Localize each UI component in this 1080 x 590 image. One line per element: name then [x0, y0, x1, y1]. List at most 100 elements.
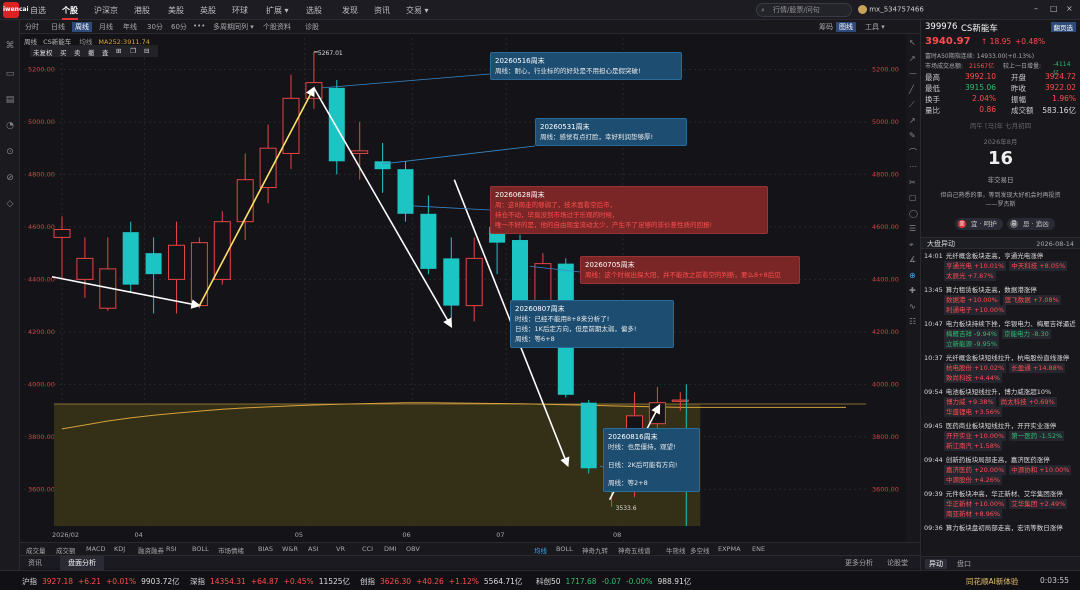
overlay-indicator-3[interactable]: 神奇五线谱: [618, 545, 651, 555]
page-select-button[interactable]: 翻页选: [1050, 22, 1076, 32]
period-tab-5[interactable]: 30分: [144, 22, 166, 32]
period-tab-4[interactable]: 年线: [120, 22, 140, 32]
user-account[interactable]: mx_534757466: [858, 5, 924, 14]
stock-chip[interactable]: 华盛锂电 +3.56%: [944, 407, 1003, 417]
stock-chip[interactable]: 嘉济医药 +20.00%: [944, 465, 1007, 475]
bottom-right-tab-1[interactable]: 论股堂: [884, 556, 911, 570]
alert-item[interactable]: 09:54 电池板块短线拉升，博力威涨超10% 博力威 +9.38% 尚太科技 +0.69…: [924, 387, 1077, 417]
draw-tool-icon-8[interactable]: ⋯: [909, 162, 917, 171]
overlay-indicator-7[interactable]: ENE: [752, 545, 765, 553]
annotation-note-n4[interactable]: 20260705周末 周线：这个时候出探大阳，并不能改之前看空的判断，要么8+8后…: [580, 256, 800, 284]
stock-chip[interactable]: 尚太科技 +0.69%: [998, 397, 1057, 407]
nav-item-1[interactable]: 个股: [62, 5, 78, 20]
trade-tool-3[interactable]: 撤: [88, 47, 95, 57]
annotation-note-n3[interactable]: 20260628周末 周：这8周走的够弱了，技术面看空后市， 持仓不动，毕竟没到市场…: [490, 186, 768, 234]
trade-tool-6[interactable]: ❐: [130, 47, 136, 55]
tab-orderbook[interactable]: 盘口: [957, 559, 971, 569]
draw-tool-icon-2[interactable]: —: [909, 69, 917, 78]
gamepad-icon[interactable]: ⌘: [4, 40, 16, 52]
alert-item[interactable]: 13:45 算力租赁板块走高，数据港涨停 数据港 +10.00% 莲飞数据 +7.08% 利…: [924, 285, 1077, 315]
compass-icon[interactable]: ⊘: [4, 172, 16, 184]
tab-alerts[interactable]: 异动: [925, 559, 947, 569]
draw-tool-icon-11[interactable]: ◯: [909, 209, 918, 218]
overlay-indicator-6[interactable]: EXPMA: [718, 545, 741, 553]
indicator-1[interactable]: 成交额: [56, 545, 76, 555]
draw-tool-icon-13[interactable]: ⌖: [909, 240, 914, 250]
stock-chip[interactable]: 华正新材 +10.00%: [944, 499, 1007, 509]
alert-item[interactable]: 09:36 算力板块盘初局部走高，宏讯等数日涨停: [924, 523, 1077, 533]
gauge-icon[interactable]: ◔: [4, 120, 16, 132]
draw-tool-icon-4[interactable]: ⟋: [909, 100, 915, 110]
stock-chip[interactable]: 杭电股份 +10.02%: [944, 363, 1007, 373]
stock-chip[interactable]: 新江南汽 +1.58%: [944, 441, 1003, 451]
nav-item-10[interactable]: 资讯: [374, 5, 390, 16]
draw-tool-icon-3[interactable]: ╱: [909, 85, 914, 94]
trade-tool-5[interactable]: ⊞: [116, 47, 121, 55]
stock-chip[interactable]: 太辰光 +7.87%: [944, 271, 996, 281]
draw-tool-icon-7[interactable]: ⌒: [909, 147, 917, 158]
stock-chip[interactable]: 中源协和 +10.00%: [1009, 465, 1072, 475]
period-tab-3[interactable]: 月线: [96, 22, 116, 32]
annotation-note-n1[interactable]: 20260516周末 周线：耐心，行业标的的好处是不用担心是假突破!: [490, 52, 682, 80]
period-tab-10[interactable]: 诊股: [302, 22, 322, 32]
alert-item[interactable]: 09:39 元件板块冲高，华正新材、艾华集团涨停 华正新材 +10.00% 艾华集团 +2…: [924, 489, 1077, 519]
indicator-2[interactable]: MACD: [86, 545, 105, 553]
alert-item[interactable]: 10:47 电力板块持续下挫，华银电力、梅雁吉祥逼近 梅雁吉祥 -9.94% 京能电力 -…: [924, 319, 1077, 349]
document-icon[interactable]: ▤: [4, 94, 16, 106]
stock-chip[interactable]: 致尚科技 +4.44%: [944, 373, 1003, 383]
minimize-icon[interactable]: –: [1034, 4, 1038, 13]
alert-item[interactable]: 14:01 光纤概念板块走高，亨通光电涨停 亨通光电 +10.01% 中天科技 +8.05…: [924, 251, 1077, 281]
stock-chip[interactable]: 立新能源 -9.95%: [944, 339, 999, 349]
stock-chip[interactable]: 中天科技 +8.05%: [1009, 261, 1068, 271]
chart-tool-tab-2[interactable]: 工具 ▾: [862, 22, 888, 32]
bottom-tab-1[interactable]: 盘面分析: [60, 556, 104, 570]
period-tab-2[interactable]: 周线: [72, 22, 92, 32]
chart-tool-tab-1[interactable]: 图线: [836, 22, 856, 32]
indicator-3[interactable]: KDJ: [114, 545, 125, 553]
bottom-right-tab-0[interactable]: 更多分析: [842, 556, 876, 570]
annotation-note-n5[interactable]: 20260807周末 时线：已经不能用8+8来分析了! 日线：1K后定方向，但是前期…: [510, 300, 674, 348]
search-input[interactable]: ⌕ 行情/股票/问句: [756, 3, 852, 17]
draw-tool-icon-10[interactable]: ▢: [909, 193, 917, 202]
period-tab-1[interactable]: 日线: [48, 22, 68, 32]
monitor-icon[interactable]: ▭: [4, 68, 16, 80]
chart-tool-tab-0[interactable]: 筹码: [816, 22, 836, 32]
stock-chip[interactable]: 梅雁吉祥 -9.94%: [944, 329, 999, 339]
stock-chip[interactable]: 开开实业 +10.00%: [944, 431, 1007, 441]
stock-chip[interactable]: 京能电力 -8.30: [1002, 329, 1051, 339]
stock-chip[interactable]: 第一医药 -1.52%: [1009, 431, 1065, 441]
overlay-indicator-0[interactable]: 均线: [534, 545, 547, 555]
diamond-icon[interactable]: ◇: [4, 198, 16, 210]
annotation-note-n6[interactable]: 20260816周末 时线：也是僵持，观望! 日线：2K后可能有方向! 周线：等2+8: [603, 428, 700, 492]
stock-chip[interactable]: 博力威 +9.38%: [944, 397, 996, 407]
kline-chart[interactable]: 3600.00 3600.00 3800.00 3800.00 4000.00 4000.…: [20, 34, 906, 542]
nav-item-8[interactable]: 选股: [306, 5, 322, 16]
ticker-item-0[interactable]: 沪指 3927.18 +6.21 +0.01% 9903.72亿: [22, 576, 185, 587]
nav-item-5[interactable]: 英股: [200, 5, 216, 16]
stock-chip[interactable]: 利通电子 +10.00%: [944, 305, 1007, 315]
period-tab-8[interactable]: 多周期同列 ▾: [210, 22, 257, 32]
ai-promo-link[interactable]: 同花顺AI新体验: [966, 576, 1018, 587]
ticker-item-1[interactable]: 深指 14354.31 +64.87 +0.45% 11525亿: [190, 576, 355, 587]
stock-chip[interactable]: 中源股份 +4.26%: [944, 475, 1003, 485]
indicator-13[interactable]: DMI: [384, 545, 397, 553]
target-icon[interactable]: ⊙: [4, 146, 16, 158]
trade-tool-0[interactable]: 未复权: [33, 47, 53, 57]
period-tab-6[interactable]: 60分: [168, 22, 190, 32]
ticker-item-2[interactable]: 创指 3626.30 +40.26 +1.12% 5564.71亿: [360, 576, 527, 587]
draw-tool-icon-0[interactable]: ↖: [909, 38, 916, 47]
alert-item[interactable]: 09:45 医药商业板块短线拉升，开开实业涨停 开开实业 +10.00% 第一医药 -1.…: [924, 421, 1077, 451]
draw-tool-icon-17[interactable]: ∿: [909, 302, 916, 311]
nav-item-6[interactable]: 环球: [232, 5, 248, 16]
overlay-indicator-4[interactable]: 牛熊线: [666, 545, 686, 555]
stock-chip[interactable]: 数据港 +10.00%: [944, 295, 1000, 305]
draw-tool-icon-15[interactable]: ⊕: [909, 271, 916, 280]
overlay-indicator-2[interactable]: 神奇九转: [582, 545, 608, 555]
nav-item-7[interactable]: 扩展 ▾: [266, 5, 289, 16]
draw-tool-icon-18[interactable]: ☷: [909, 317, 916, 326]
indicator-8[interactable]: BIAS: [258, 545, 273, 553]
trade-tool-7[interactable]: ⊟: [144, 47, 149, 55]
draw-tool-icon-14[interactable]: ∡: [909, 255, 916, 264]
overlay-indicator-5[interactable]: 多空线: [690, 545, 710, 555]
ticker-item-3[interactable]: 科创50 1717.68 -0.07 -0.00% 988.91亿: [536, 576, 696, 587]
